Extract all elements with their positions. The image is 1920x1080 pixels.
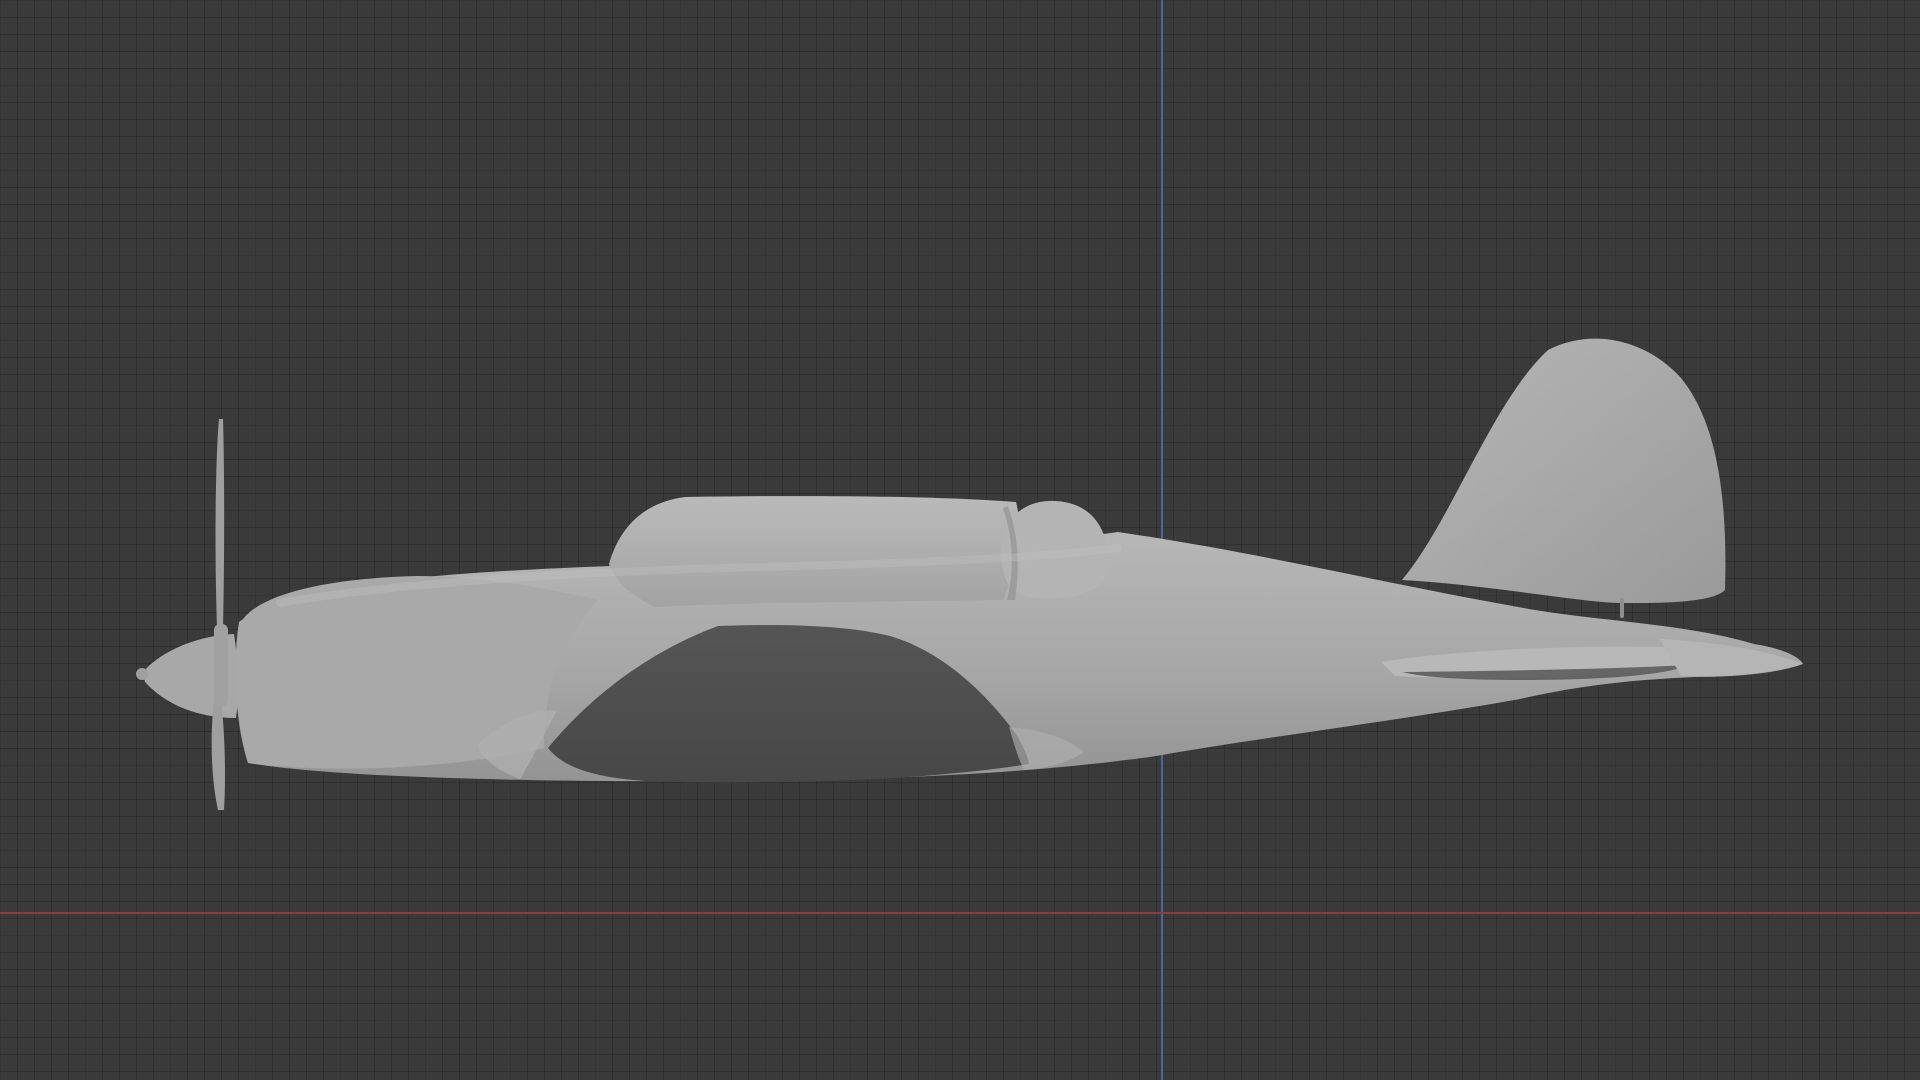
tail-fin [1402, 338, 1726, 604]
propeller-blade-top [215, 419, 225, 628]
tail-antenna [1620, 598, 1624, 618]
3d-viewport[interactable] [0, 0, 1920, 1080]
canopy-main [609, 496, 1020, 607]
airplane-model[interactable] [0, 0, 1920, 1080]
propeller-hub [214, 624, 228, 706]
airplane-svg [136, 338, 1804, 810]
spinner-tip [136, 668, 148, 680]
